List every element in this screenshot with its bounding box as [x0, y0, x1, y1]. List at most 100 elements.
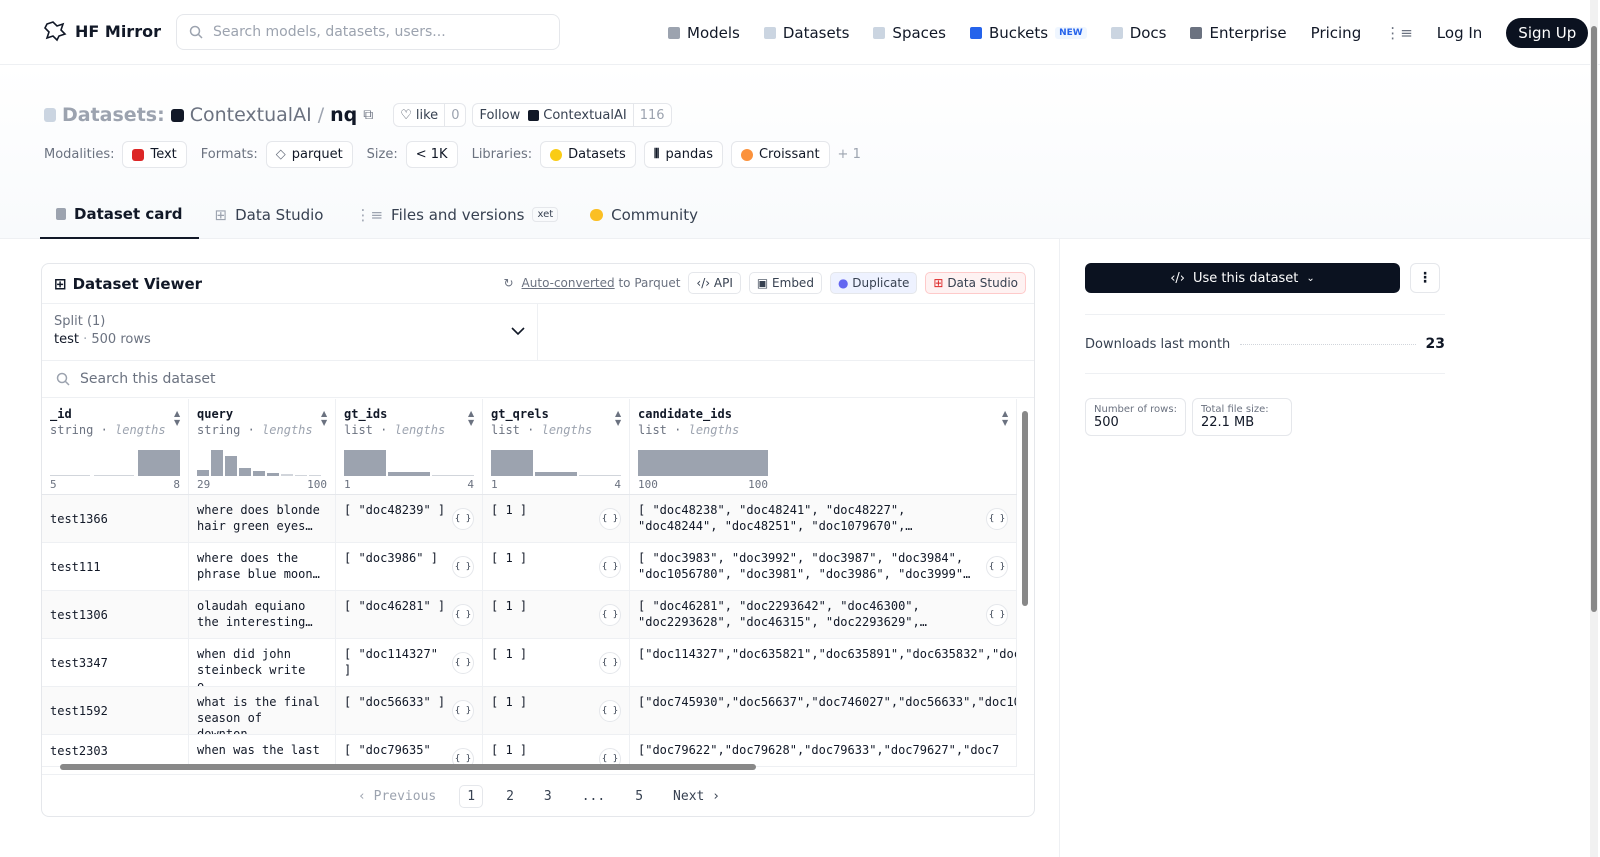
cell-gt-qrels[interactable]: [ 1 ]{ } [483, 543, 630, 590]
like-button[interactable]: ♡ like 0 [393, 103, 467, 127]
nav-models[interactable]: Models [668, 24, 740, 42]
nav-docs[interactable]: Docs [1110, 24, 1166, 42]
cell-gt-ids[interactable]: [ "doc79635"{ } [336, 735, 483, 766]
breadcrumb-section[interactable]: Datasets: [62, 104, 165, 126]
json-expand-icon[interactable]: { } [986, 556, 1008, 578]
page-scrollbar[interactable] [1591, 26, 1597, 612]
cell-id[interactable]: test1306 [42, 591, 189, 638]
tab-files[interactable]: ⋮≡ Files and versions xet [339, 190, 574, 239]
nav-menu-icon[interactable]: ⋮≡ [1385, 24, 1413, 42]
json-expand-icon[interactable]: { } [599, 556, 621, 578]
libraries-more[interactable]: + 1 [838, 147, 861, 162]
size-tag[interactable]: < 1K [405, 141, 458, 168]
cell-gt-ids[interactable]: [ "doc3986" ] { } [336, 543, 483, 590]
modality-tag[interactable]: Text [122, 141, 187, 168]
cell-candidate-ids[interactable]: ["doc79622","doc79628","doc79633","doc79… [630, 735, 1017, 766]
json-expand-icon[interactable]: { } [599, 652, 621, 674]
format-tag[interactable]: ◇ parquet [265, 141, 353, 168]
tab-dataset-card[interactable]: Dataset card [40, 190, 199, 239]
cell-candidate-ids[interactable]: [ "doc46281", "doc2293642", "doc46300", … [630, 591, 1017, 638]
cell-gt-qrels[interactable]: [ 1 ]{ } [483, 735, 630, 766]
json-expand-icon[interactable]: { } [986, 604, 1008, 626]
cell-gt-ids[interactable]: [ "doc48239" ] { } [336, 495, 483, 542]
use-dataset-button[interactable]: ‹/› Use this dataset ⌄ [1085, 263, 1400, 293]
api-button[interactable]: ‹/› API [688, 272, 741, 294]
login-link[interactable]: Log In [1437, 24, 1483, 42]
column-header-gt-qrels[interactable]: gt_qrels list · lengths ▲ ▼ 14 [483, 399, 630, 494]
cell-query[interactable]: when did john steinbeck write o… [189, 639, 336, 686]
json-expand-icon[interactable]: { } [452, 652, 474, 674]
previous-button[interactable]: ‹ Previous [351, 786, 443, 807]
embed-button[interactable]: ▣ Embed [748, 272, 822, 294]
column-header-candidate-ids[interactable]: candidate_ids list · lengths ▲ ▼ 100 100 [630, 399, 1017, 494]
nav-spaces[interactable]: Spaces [873, 24, 946, 42]
column-header-query[interactable]: query string · lengths ▲ ▼ 29 100 [189, 399, 336, 494]
split-dropdown[interactable]: Split (1) test · 500 rows [42, 304, 538, 360]
cell-gt-ids[interactable]: [ "doc114327" ] { } [336, 639, 483, 686]
tab-data-studio[interactable]: ⊞ Data Studio [199, 190, 340, 239]
vertical-scrollbar[interactable] [1022, 411, 1028, 606]
nav-datasets[interactable]: Datasets [763, 24, 849, 42]
library-pandas[interactable]: ⦀ pandas [643, 141, 723, 168]
column-header-id[interactable]: _id string · lengths ▲ ▼ 58 [42, 399, 189, 494]
page-5[interactable]: 5 [628, 786, 650, 807]
cell-candidate-ids[interactable]: [ "doc48238", "doc48241", "doc48227", "d… [630, 495, 1017, 542]
dataset-search-input[interactable]: Search this dataset [42, 361, 1034, 398]
column-header-gt-ids[interactable]: gt_ids list · lengths ▲ ▼ 14 [336, 399, 483, 494]
library-datasets[interactable]: Datasets [540, 141, 636, 168]
cell-candidate-ids[interactable]: ["doc114327","doc635821","doc635891","do… [630, 639, 1017, 686]
auto-converted-link[interactable]: Auto-converted to Parquet [522, 276, 681, 290]
cell-gt-qrels[interactable]: [ 1 ]{ } [483, 495, 630, 542]
sort-icon[interactable]: ▲ ▼ [174, 409, 182, 427]
json-expand-icon[interactable]: { } [986, 508, 1008, 530]
more-options-button[interactable]: ⋮ [1410, 263, 1440, 293]
global-search-input[interactable]: Search models, datasets, users... [176, 14, 560, 50]
json-expand-icon[interactable]: { } [599, 508, 621, 530]
json-expand-icon[interactable]: { } [452, 508, 474, 530]
cell-id[interactable]: test1592 [42, 687, 189, 734]
page-3[interactable]: 3 [537, 786, 559, 807]
nav-pricing[interactable]: Pricing [1311, 24, 1362, 42]
cell-gt-ids[interactable]: [ "doc56633" ] { } [336, 687, 483, 734]
copy-icon[interactable]: ⧉ [363, 107, 373, 123]
cell-query[interactable]: where does blonde hair green eyes… [189, 495, 336, 542]
horizontal-scrollbar[interactable] [60, 764, 756, 770]
follow-button[interactable]: Follow ContextualAI 116 [472, 103, 672, 127]
sort-icon[interactable]: ▲ ▼ [615, 409, 623, 427]
tab-community[interactable]: Community [574, 190, 714, 239]
json-expand-icon[interactable]: { } [452, 556, 474, 578]
page-2[interactable]: 2 [499, 786, 521, 807]
cell-id[interactable]: test111 [42, 543, 189, 590]
cell-query[interactable]: where does the phrase blue moon… [189, 543, 336, 590]
cell-id[interactable]: test3347 [42, 639, 189, 686]
json-expand-icon[interactable]: { } [599, 604, 621, 626]
brand-logo[interactable]: HF Mirror [43, 20, 161, 42]
breadcrumb-dataset-name[interactable]: nq [330, 104, 357, 126]
cell-query[interactable]: what is the final season of downton… [189, 687, 336, 734]
next-button[interactable]: Next › [666, 786, 727, 807]
breadcrumb-owner[interactable]: ContextualAI [190, 104, 312, 126]
cell-candidate-ids[interactable]: [ "doc3983", "doc3992", "doc3987", "doc3… [630, 543, 1017, 590]
cell-query[interactable]: when was the last [189, 735, 336, 766]
json-expand-icon[interactable]: { } [452, 604, 474, 626]
cell-query[interactable]: olaudah equiano the interesting… [189, 591, 336, 638]
cell-gt-qrels[interactable]: [ 1 ]{ } [483, 639, 630, 686]
nav-buckets[interactable]: Buckets NEW [969, 24, 1087, 42]
library-croissant[interactable]: Croissant [730, 141, 830, 168]
json-expand-icon[interactable]: { } [452, 700, 474, 722]
sort-icon[interactable]: ▲ ▼ [1002, 409, 1010, 427]
page-1[interactable]: 1 [459, 785, 484, 808]
cell-gt-qrels[interactable]: [ 1 ]{ } [483, 591, 630, 638]
signup-button[interactable]: Sign Up [1506, 18, 1589, 48]
cell-gt-qrels[interactable]: [ 1 ]{ } [483, 687, 630, 734]
cell-id[interactable]: test1366 [42, 495, 189, 542]
cell-id[interactable]: test2303 [42, 735, 189, 766]
nav-enterprise[interactable]: Enterprise [1190, 24, 1287, 42]
sort-icon[interactable]: ▲ ▼ [321, 409, 329, 427]
sort-icon[interactable]: ▲ ▼ [468, 409, 476, 427]
duplicate-button[interactable]: ● Duplicate [829, 272, 918, 294]
cell-gt-ids[interactable]: [ "doc46281" ] { } [336, 591, 483, 638]
data-studio-button[interactable]: ⊞ Data Studio [925, 272, 1026, 294]
json-expand-icon[interactable]: { } [599, 700, 621, 722]
cell-candidate-ids[interactable]: ["doc745930","doc56637","doc746027","doc… [630, 687, 1017, 734]
